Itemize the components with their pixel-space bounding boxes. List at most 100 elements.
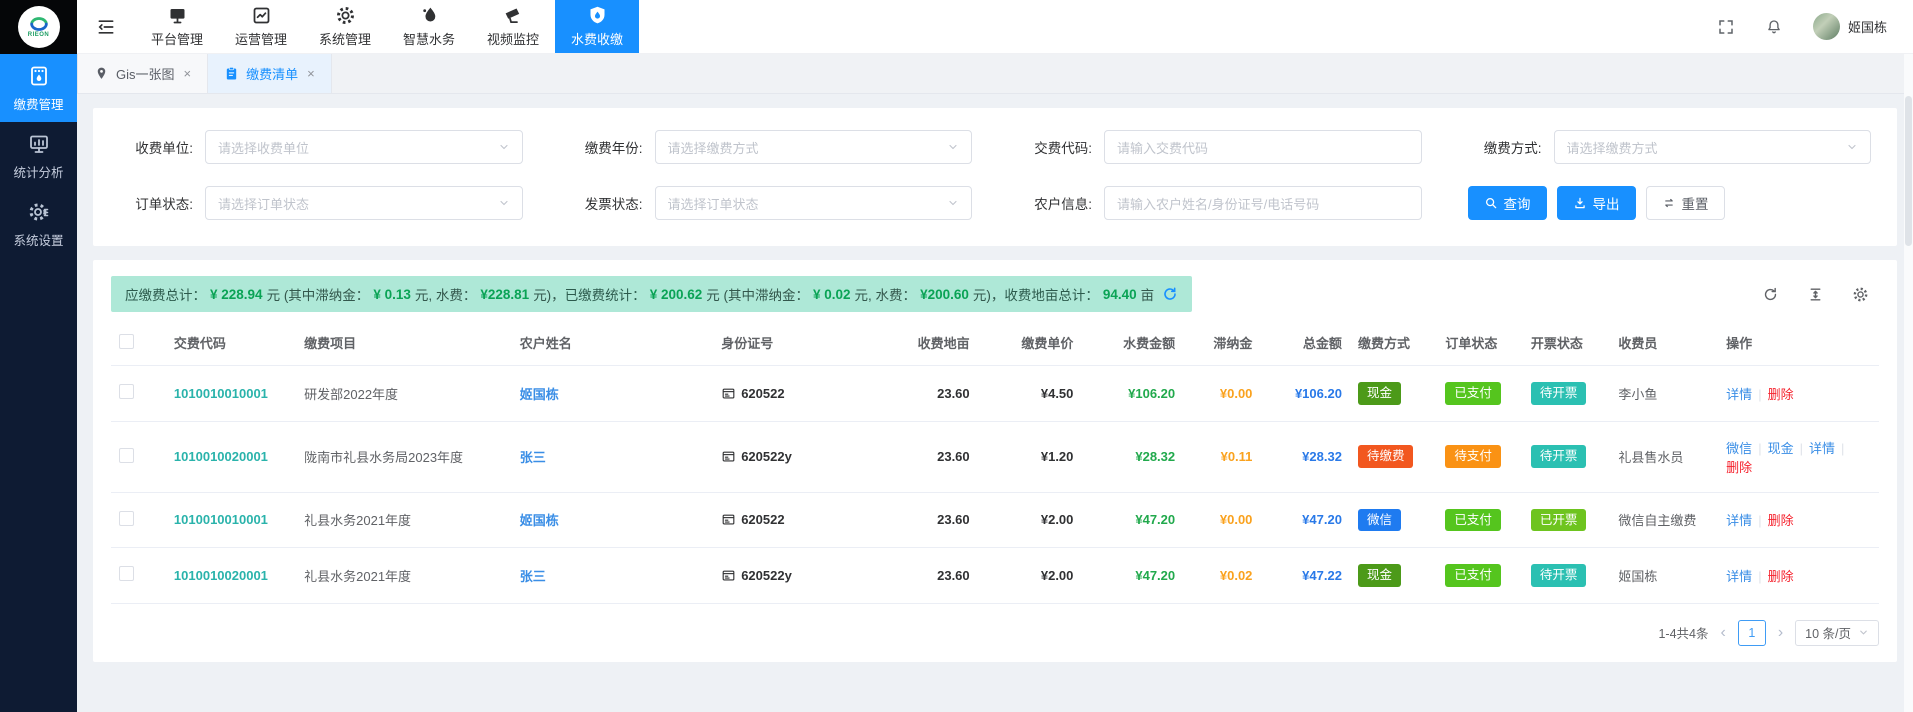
action-separator: |: [1758, 513, 1761, 528]
sidebar-item-label: 统计分析: [13, 162, 63, 181]
code-link[interactable]: 1010010020001: [174, 449, 268, 464]
action-删除[interactable]: 删除: [1726, 460, 1752, 475]
action-删除[interactable]: 删除: [1768, 387, 1794, 402]
code-link[interactable]: 1010010010001: [174, 512, 268, 527]
farmer-link[interactable]: 张三: [520, 450, 546, 465]
action-现金[interactable]: 现金: [1768, 441, 1794, 456]
refresh-icon[interactable]: [1762, 286, 1779, 303]
water-meter-icon: [27, 64, 51, 88]
pay-method-badge: 现金: [1358, 382, 1401, 405]
cell-late: ¥0.11: [1183, 421, 1260, 492]
sidebar-item-缴费管理[interactable]: 缴费管理: [0, 54, 77, 122]
filter-select[interactable]: 请选择缴费方式: [655, 130, 973, 164]
refresh-icon[interactable]: [1162, 286, 1178, 302]
tab-close-icon[interactable]: ×: [307, 66, 315, 81]
action-微信[interactable]: 微信: [1726, 441, 1752, 456]
导出-button[interactable]: 导出: [1557, 186, 1636, 220]
table-row: 1010010020001礼县水务2021年度张三620522y23.60¥2.…: [111, 548, 1879, 604]
cell-invoice: 已开票: [1523, 492, 1610, 548]
filter-select[interactable]: 请选择收费单位: [205, 130, 523, 164]
user-menu[interactable]: 姬国栋: [1813, 13, 1887, 40]
sidebar-item-统计分析[interactable]: 统计分析: [0, 122, 77, 190]
action-详情[interactable]: 详情: [1726, 569, 1752, 584]
code-link[interactable]: 1010010020001: [174, 568, 268, 583]
chevron-down-icon: [947, 197, 959, 209]
filter-select[interactable]: 请选择订单状态: [655, 186, 973, 220]
action-详情[interactable]: 详情: [1809, 441, 1835, 456]
notification-bell-icon[interactable]: [1765, 18, 1783, 36]
row-height-icon[interactable]: [1807, 286, 1824, 303]
farmer-link[interactable]: 姬国栋: [520, 513, 559, 528]
topnav-item-智慧水务[interactable]: 智慧水务: [387, 0, 471, 53]
row-checkbox[interactable]: [119, 448, 134, 463]
button-label: 导出: [1593, 193, 1620, 213]
topnav-item-平台管理[interactable]: 平台管理: [135, 0, 219, 53]
cell-checkbox: [111, 548, 166, 604]
invoice-status-badge: 待开票: [1531, 382, 1587, 405]
cell-collector: 姬国栋: [1610, 548, 1718, 604]
summary-plain: 元, 水费：: [855, 284, 917, 304]
topnav-item-运营管理[interactable]: 运营管理: [219, 0, 303, 53]
fullscreen-icon[interactable]: [1717, 18, 1735, 36]
action-删除[interactable]: 删除: [1768, 513, 1794, 528]
late-value: ¥0.00: [1220, 386, 1253, 401]
col-header-总金额: 总金额: [1260, 320, 1350, 366]
filter-field: 收费单位:请选择收费单位: [119, 130, 523, 164]
filter-input[interactable]: 请输入农户姓名/身份证号/电话号码: [1104, 186, 1422, 220]
filter-select[interactable]: 请选择缴费方式: [1554, 130, 1872, 164]
topnav-item-label: 系统管理: [319, 29, 371, 48]
summary-value: ¥ 0.13: [373, 287, 411, 302]
查询-button[interactable]: 查询: [1468, 186, 1547, 220]
topnav-item-系统管理[interactable]: 系统管理: [303, 0, 387, 53]
drop-icon: [419, 5, 440, 26]
sidebar-item-系统设置[interactable]: 系统设置: [0, 190, 77, 258]
cell-order: 已支付: [1437, 492, 1522, 548]
summary-label: 应缴费总计：: [125, 284, 206, 304]
next-page-icon[interactable]: ›: [1778, 625, 1783, 641]
column-settings-gear-icon[interactable]: [1852, 286, 1869, 303]
topnav-item-label: 视频监控: [487, 29, 539, 48]
action-详情[interactable]: 详情: [1726, 387, 1752, 402]
filter-input[interactable]: 请输入交费代码: [1104, 130, 1422, 164]
invoice-status-badge: 待开票: [1531, 564, 1587, 587]
cell-area: 23.60: [884, 421, 978, 492]
重置-button[interactable]: 重置: [1646, 186, 1725, 220]
action-详情[interactable]: 详情: [1726, 513, 1752, 528]
pagination: 1-4共4条 ‹ 1 › 10 条/页: [111, 620, 1879, 646]
current-page[interactable]: 1: [1738, 620, 1766, 646]
action-separator: |: [1841, 441, 1844, 456]
invoice-status-badge: 待开票: [1531, 445, 1587, 468]
scrollbar-thumb[interactable]: [1905, 96, 1912, 246]
row-checkbox[interactable]: [119, 511, 134, 526]
farmer-link[interactable]: 姬国栋: [520, 387, 559, 402]
water-value: ¥106.20: [1128, 386, 1175, 401]
filter-select[interactable]: 请选择订单状态: [205, 186, 523, 220]
row-checkbox[interactable]: [119, 384, 134, 399]
topnav-item-视频监控[interactable]: 视频监控: [471, 0, 555, 53]
search-icon: [1484, 196, 1498, 210]
row-checkbox[interactable]: [119, 566, 134, 581]
page-size-select[interactable]: 10 条/页: [1795, 620, 1879, 646]
cell-collector: 礼县售水员: [1610, 421, 1718, 492]
cell-order: 待支付: [1437, 421, 1522, 492]
pay-method-badge: 待缴费: [1358, 445, 1414, 468]
code-link[interactable]: 1010010010001: [174, 386, 268, 401]
prev-page-icon[interactable]: ‹: [1720, 625, 1725, 641]
cell-price: ¥4.50: [978, 366, 1082, 422]
map-pin-icon: [94, 66, 109, 81]
user-name: 姬国栋: [1848, 17, 1887, 36]
tab-缴费清单[interactable]: 缴费清单×: [208, 54, 332, 93]
summary-plain: 元, 水费：: [415, 284, 477, 304]
summary-bar: 应缴费总计：¥ 228.94元 (其中滞纳金：¥ 0.13元, 水费：¥228.…: [111, 276, 1192, 312]
placeholder-text: 请选择订单状态: [668, 194, 759, 213]
select-all-checkbox[interactable]: [119, 334, 134, 349]
tab-close-icon[interactable]: ×: [184, 66, 192, 81]
scrollbar[interactable]: [1904, 54, 1913, 712]
topnav-item-水费收缴[interactable]: 水费收缴: [555, 0, 639, 53]
tab-Gis一张图[interactable]: Gis一张图×: [77, 54, 208, 93]
menu-fold-icon[interactable]: [77, 0, 135, 53]
cell-code: 1010010010001: [166, 366, 296, 422]
action-删除[interactable]: 删除: [1768, 569, 1794, 584]
order-status-badge: 待支付: [1445, 445, 1501, 468]
farmer-link[interactable]: 张三: [520, 569, 546, 584]
